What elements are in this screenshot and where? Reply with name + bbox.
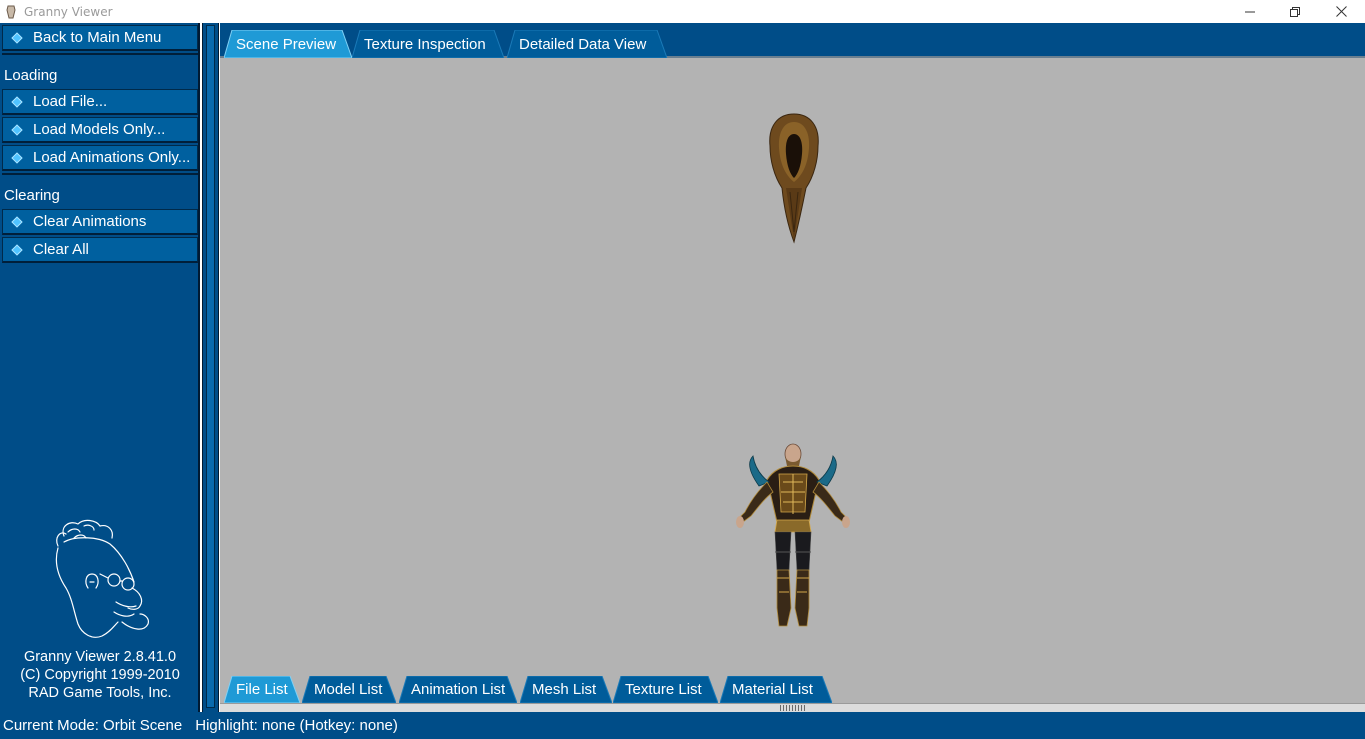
diamond-icon <box>11 123 23 136</box>
window-title: Granny Viewer <box>24 4 113 19</box>
diamond-icon <box>11 215 23 228</box>
restore-icon <box>1290 6 1300 17</box>
diamond-icon <box>11 95 23 108</box>
panel-splitter[interactable] <box>202 23 219 712</box>
current-mode-text: Current Mode: Orbit Scene <box>3 717 183 734</box>
tab-detailed-data-view-label: Detailed Data View <box>519 35 647 53</box>
resize-grip-icon <box>780 705 806 711</box>
bottom-resize-bar[interactable] <box>220 703 1365 712</box>
character-model <box>736 443 850 627</box>
back-to-main-menu-button[interactable]: Back to Main Menu <box>2 25 198 51</box>
title-bar: Granny Viewer <box>0 0 1365 23</box>
tab-detailed-data-view[interactable]: Detailed Data View <box>507 30 667 58</box>
load-file-button[interactable]: Load File... <box>2 89 198 115</box>
version-text: Granny Viewer 2.8.41.0 <box>23 649 177 665</box>
loading-section-label: Loading <box>4 67 58 84</box>
tab-file-list-label: File List <box>236 681 288 698</box>
tab-mesh-list[interactable]: Mesh List <box>520 676 612 703</box>
top-tab-bar: Scene Preview Texture Inspection Detaile… <box>220 23 1365 58</box>
splitter-grip <box>206 25 215 708</box>
restore-button[interactable] <box>1272 0 1318 23</box>
diamond-icon <box>11 31 23 44</box>
company-text: RAD Game Tools, Inc. <box>28 685 172 701</box>
tab-mesh-list-label: Mesh List <box>532 681 597 698</box>
sidebar: Back to Main Menu Loading Load File... L… <box>0 23 200 712</box>
hair-model <box>769 113 819 244</box>
minimize-icon <box>1245 11 1255 12</box>
minimize-button[interactable] <box>1227 0 1273 23</box>
diamond-icon <box>11 243 23 256</box>
tab-material-list-label: Material List <box>732 681 813 698</box>
clear-all-button[interactable]: Clear All <box>2 237 198 263</box>
tab-scene-preview-label: Scene Preview <box>236 35 337 53</box>
close-button[interactable] <box>1318 0 1364 23</box>
about-text: Granny Viewer 2.8.41.0 (C) Copyright 199… <box>0 648 200 702</box>
divider <box>2 53 198 55</box>
divider <box>2 173 198 175</box>
tab-file-list[interactable]: File List <box>224 676 300 703</box>
load-animations-only-button[interactable]: Load Animations Only... <box>2 145 198 171</box>
load-file-label: Load File... <box>33 93 108 110</box>
tab-animation-list[interactable]: Animation List <box>399 676 517 703</box>
clear-animations-label: Clear Animations <box>33 213 147 230</box>
tab-model-list-label: Model List <box>314 681 383 698</box>
granny-logo-icon <box>55 519 149 638</box>
clearing-section-label: Clearing <box>4 187 60 204</box>
tab-texture-list-label: Texture List <box>625 681 702 698</box>
highlight-text: Highlight: none (Hotkey: none) <box>195 717 398 734</box>
tab-material-list[interactable]: Material List <box>720 676 832 703</box>
load-animations-only-label: Load Animations Only... <box>33 149 191 166</box>
tab-scene-preview[interactable]: Scene Preview <box>224 30 352 58</box>
tab-texture-inspection-label: Texture Inspection <box>364 35 486 53</box>
tab-model-list[interactable]: Model List <box>302 676 396 703</box>
copyright-text: (C) Copyright 1999-2010 <box>20 667 180 683</box>
diamond-icon <box>11 151 23 164</box>
tab-texture-inspection[interactable]: Texture Inspection <box>352 30 504 58</box>
load-models-only-button[interactable]: Load Models Only... <box>2 117 198 143</box>
status-bar: Current Mode: Orbit Scene Highlight: non… <box>0 712 1365 739</box>
close-icon <box>1335 6 1347 17</box>
scene-viewport[interactable] <box>220 58 1365 703</box>
tab-animation-list-label: Animation List <box>411 681 506 698</box>
load-models-only-label: Load Models Only... <box>33 121 166 138</box>
app-icon <box>4 5 18 19</box>
tab-texture-list[interactable]: Texture List <box>613 676 718 703</box>
clear-all-label: Clear All <box>33 241 89 258</box>
back-to-main-menu-label: Back to Main Menu <box>33 29 162 46</box>
bottom-tab-bar: File List Model List Animation List Mesh… <box>220 675 1365 703</box>
clear-animations-button[interactable]: Clear Animations <box>2 209 198 235</box>
